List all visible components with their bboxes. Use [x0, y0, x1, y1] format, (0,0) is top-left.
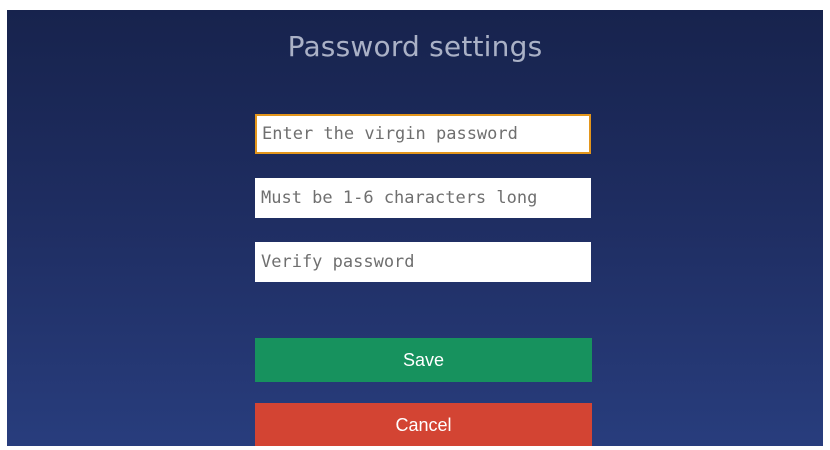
verify-password-field — [255, 242, 591, 282]
original-password-field — [255, 114, 591, 154]
save-button[interactable]: Save — [255, 338, 592, 382]
password-settings-screen: Password settings Save Cancel — [7, 10, 823, 446]
original-password-input[interactable] — [257, 116, 589, 152]
new-password-field — [255, 178, 591, 218]
new-password-input[interactable] — [256, 179, 590, 217]
verify-password-input[interactable] — [256, 243, 590, 281]
cancel-button[interactable]: Cancel — [255, 403, 592, 446]
page-title: Password settings — [287, 30, 543, 63]
